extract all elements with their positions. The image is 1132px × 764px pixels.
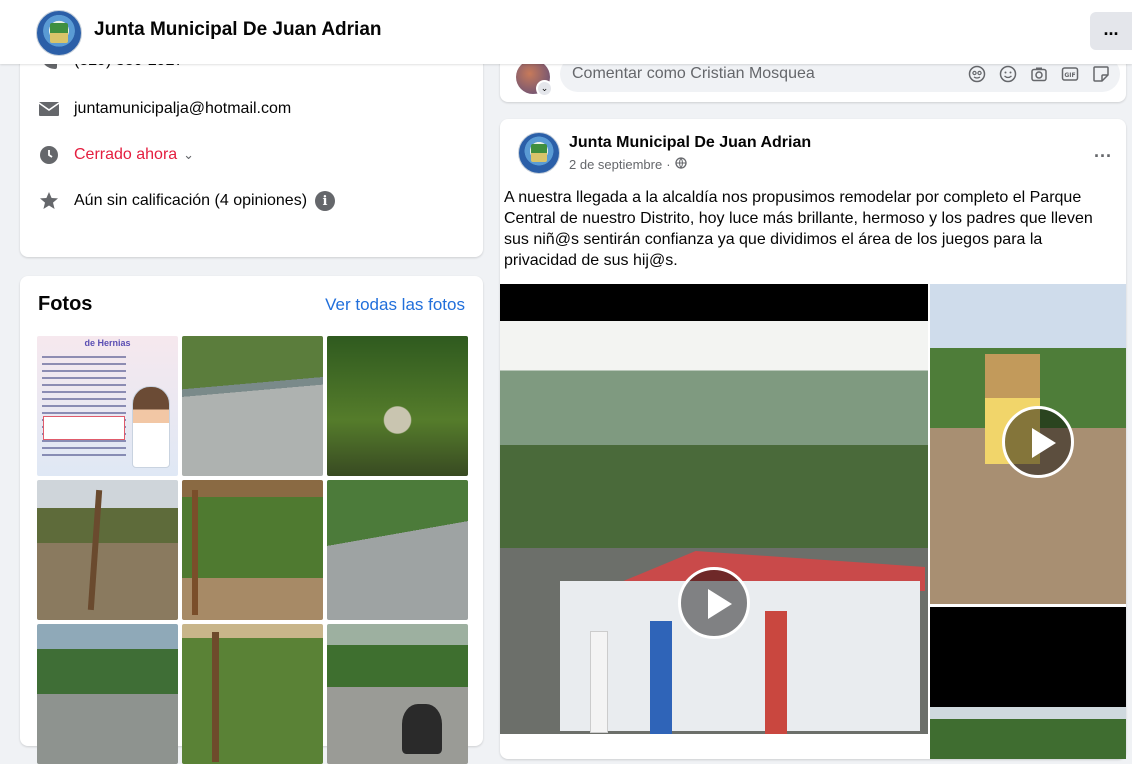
photo-thumbnail[interactable] [182,336,323,476]
comment-placeholder: Comentar como Cristian Mosquea [572,65,815,82]
play-icon[interactable] [678,567,750,639]
post-meta: 2 de septiembre · [569,157,687,172]
post-author-name[interactable]: Junta Municipal De Juan Adrian [569,134,811,152]
post-card: Junta Municipal De Juan Adrian 2 de sept… [500,119,1126,759]
svg-text:GIF: GIF [1064,72,1075,79]
email-row: juntamunicipalja@hotmail.com [38,98,291,120]
photo-thumbnail[interactable] [182,480,323,620]
photo-thumbnail[interactable] [182,624,323,764]
info-icon[interactable]: i [315,191,336,211]
post-media-tile[interactable] [930,607,1126,759]
chevron-down-icon[interactable]: ⌄ [183,147,194,163]
page-title[interactable]: Junta Municipal De Juan Adrian [94,19,382,41]
post-options-button[interactable]: ... [1094,141,1112,162]
doctor-illustration [132,386,170,468]
page-header: Junta Municipal De Juan Adrian ... [0,0,1132,64]
post-date[interactable]: 2 de septiembre [569,157,662,172]
page-logo[interactable] [36,10,82,56]
see-all-photos-link[interactable]: Ver todas las fotos [325,295,465,315]
avatar-sticker-icon[interactable] [967,64,986,83]
meta-separator: · [666,157,671,172]
mail-icon [38,98,60,120]
photo-thumbnail[interactable] [327,336,468,476]
comment-tools: GIF [967,64,1110,83]
media-thumbnail [930,707,1126,759]
play-icon[interactable] [1002,406,1074,478]
gif-icon[interactable]: GIF [1060,64,1079,83]
photo-thumbnail[interactable]: de Hernias [37,336,178,476]
user-avatar[interactable]: ⌄ [516,60,553,97]
globe-icon [674,157,687,172]
sticker-icon[interactable] [1091,64,1110,83]
star-icon [38,190,60,212]
camera-icon[interactable] [1029,64,1048,83]
hours-status[interactable]: Cerrado ahora [74,146,177,164]
hours-row[interactable]: Cerrado ahora ⌄ [38,144,194,166]
gazebo-column [765,611,787,734]
photo-thumbnail[interactable] [37,624,178,764]
gazebo-column [650,621,672,734]
more-options-button[interactable]: ... [1090,12,1132,50]
photo-grid: de Hernias [37,336,468,764]
photo-thumbnail[interactable] [327,480,468,620]
photo-thumbnail[interactable] [37,480,178,620]
post-video-main[interactable] [500,284,928,734]
flyer-text-lines [42,356,126,456]
emoji-icon[interactable] [998,64,1017,83]
email-link[interactable]: juntamunicipalja@hotmail.com [74,100,291,118]
photos-title: Fotos [38,293,93,315]
photos-card: Fotos Ver todas las fotos de Hernias [20,276,483,764]
clock-icon [38,144,60,166]
photo-thumbnail[interactable] [327,624,468,764]
post-video-secondary[interactable] [930,284,1126,604]
post-text: A nuestra llegada a la alcaldía nos prop… [504,189,1093,269]
video-thumbnail [500,321,928,734]
rating-text: Aún sin calificación (4 opiniones) [74,192,308,209]
flyer-date-box [43,416,125,440]
flyer-heading: de Hernias [84,338,131,348]
post-author-avatar[interactable] [518,132,560,174]
rating-row: Aún sin calificación (4 opiniones) i [38,190,336,212]
chevron-down-icon[interactable]: ⌄ [536,80,553,97]
gazebo-column [590,631,608,733]
